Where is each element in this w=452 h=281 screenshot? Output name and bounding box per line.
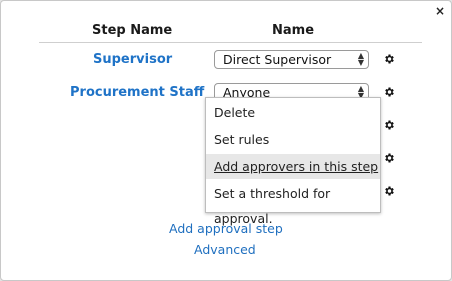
header-divider [39,42,422,43]
close-icon[interactable]: × [435,5,445,17]
gear-icon[interactable] [383,185,395,197]
step-name-procurement-staff[interactable]: Procurement Staff [70,85,204,100]
menu-item-delete[interactable]: Delete [206,100,380,125]
gear-icon[interactable] [383,152,395,164]
menu-item-add-approvers[interactable]: Add approvers in this step [206,154,380,179]
approval-steps-dialog: × Step Name Name Supervisor Direct Super… [0,0,452,281]
step-name-supervisor[interactable]: Supervisor [93,52,172,67]
gear-icon[interactable] [383,86,395,98]
menu-item-set-rules[interactable]: Set rules [206,127,380,152]
step-context-menu: Delete Set rules Add approvers in this s… [205,97,381,226]
gear-icon[interactable] [383,119,395,131]
add-approval-step-link[interactable]: Add approval step [169,221,283,236]
select-arrows-icon: ▲ ▼ [357,51,364,67]
column-header-step-name: Step Name [92,23,173,38]
column-header-name: Name [272,23,315,38]
approver-select-supervisor[interactable]: Direct Supervisor ▲ ▼ [214,50,369,69]
gear-icon[interactable] [383,53,395,65]
select-value: Direct Supervisor [223,52,332,67]
advanced-link[interactable]: Advanced [194,242,256,257]
menu-item-set-threshold[interactable]: Set a threshold for approval. [206,181,380,226]
